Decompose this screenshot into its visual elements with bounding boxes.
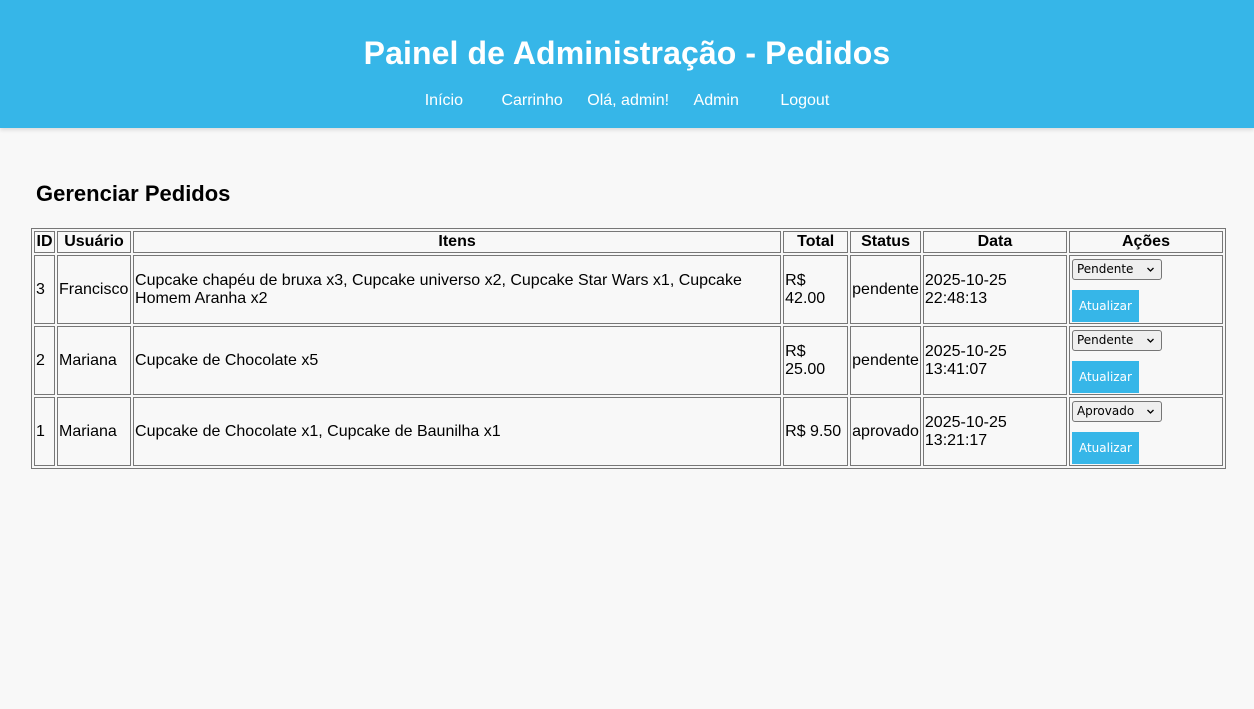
status-select-value: Aprovado — [1076, 404, 1135, 418]
nav-link-logout[interactable]: Logout — [780, 91, 829, 111]
order-total: R$ 25.00 — [783, 326, 849, 395]
chevron-down-icon — [1146, 331, 1155, 357]
order-status: aprovado — [850, 397, 921, 466]
status-select-value: Pendente — [1076, 333, 1134, 347]
status-select[interactable]: Pendente — [1071, 330, 1162, 351]
update-button[interactable]: Atualizar — [1071, 361, 1139, 393]
order-user: Francisco — [57, 255, 132, 324]
column-header-total: Total — [783, 231, 849, 253]
order-items: Cupcake de Chocolate x5 — [133, 326, 782, 395]
order-total: R$ 42.00 — [783, 255, 849, 324]
page-title: Painel de Administração - Pedidos — [363, 35, 891, 71]
orders-table: ID Usuário Itens Total Status Data Ações… — [31, 228, 1226, 469]
nav-link-admin[interactable]: Admin — [694, 91, 739, 111]
column-header-usuario: Usuário — [57, 231, 132, 253]
column-header-itens: Itens — [133, 231, 782, 253]
order-user: Mariana — [57, 326, 132, 395]
column-header-data: Data — [922, 231, 1067, 253]
status-select[interactable]: Aprovado — [1071, 401, 1162, 422]
order-id: 2 — [34, 326, 55, 395]
user-greeting: Olá, admin! — [587, 92, 670, 109]
chevron-down-icon — [1146, 402, 1155, 428]
status-select-value: Pendente — [1076, 262, 1134, 276]
order-user: Mariana — [57, 397, 132, 466]
nav-link-carrinho[interactable]: Carrinho — [501, 91, 562, 111]
main-content: Gerenciar Pedidos ID Usuário Itens Total… — [0, 128, 1254, 469]
column-header-id: ID — [34, 231, 55, 253]
order-id: 1 — [34, 397, 55, 466]
order-id: 3 — [34, 255, 55, 324]
chevron-down-icon — [1146, 260, 1155, 286]
order-total: R$ 9.50 — [783, 397, 849, 466]
order-date: 2025-10-25 13:21:17 — [922, 397, 1067, 466]
main-nav: Início Carrinho Olá, admin! Admin Logout — [0, 91, 1254, 111]
order-date: 2025-10-25 13:41:07 — [922, 326, 1067, 395]
order-status: pendente — [850, 326, 921, 395]
nav-link-inicio[interactable]: Início — [425, 91, 463, 111]
table-row: 3 Francisco Cupcake chapéu de bruxa x3, … — [34, 255, 1223, 324]
table-row: 1 Mariana Cupcake de Chocolate x1, Cupca… — [34, 397, 1223, 466]
order-date: 2025-10-25 22:48:13 — [922, 255, 1067, 324]
column-header-status: Status — [850, 231, 921, 253]
column-header-acoes: Ações — [1068, 231, 1223, 253]
status-select[interactable]: Pendente — [1071, 259, 1162, 280]
update-button[interactable]: Atualizar — [1071, 432, 1139, 464]
order-actions: Pendente Atualizar — [1068, 255, 1223, 324]
site-header: Painel de Administração - Pedidos Início… — [0, 0, 1254, 128]
order-actions: Aprovado Atualizar — [1068, 397, 1223, 466]
order-status: pendente — [850, 255, 921, 324]
section-heading: Gerenciar Pedidos — [36, 181, 231, 206]
table-row: 2 Mariana Cupcake de Chocolate x5 R$ 25.… — [34, 326, 1223, 395]
order-actions: Pendente Atualizar — [1068, 326, 1223, 395]
order-items: Cupcake de Chocolate x1, Cupcake de Baun… — [133, 397, 782, 466]
update-button[interactable]: Atualizar — [1071, 290, 1139, 322]
order-items: Cupcake chapéu de bruxa x3, Cupcake univ… — [133, 255, 782, 324]
table-header-row: ID Usuário Itens Total Status Data Ações — [34, 231, 1223, 253]
